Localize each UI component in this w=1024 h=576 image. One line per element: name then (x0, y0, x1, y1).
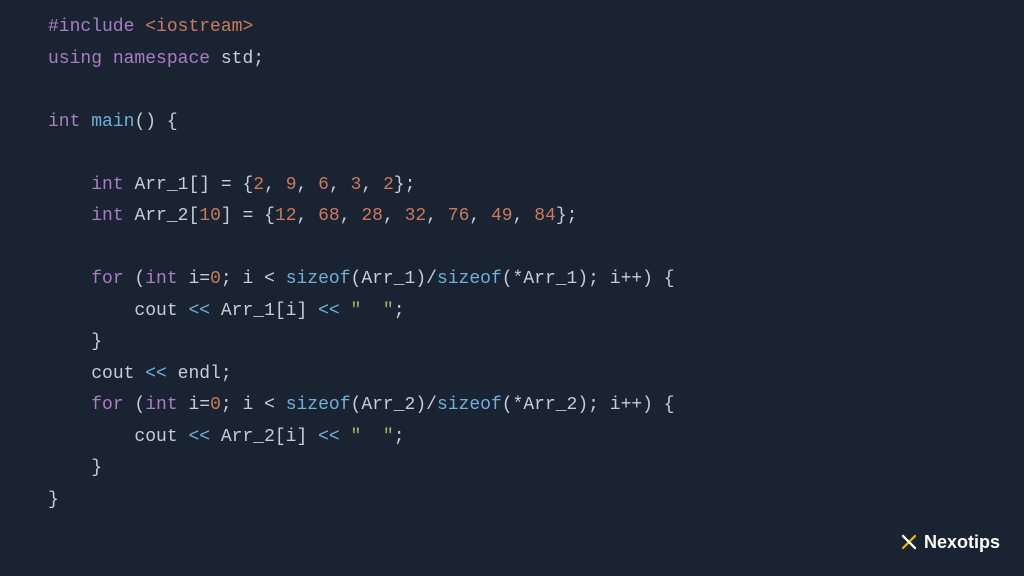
op-stream: << (145, 364, 167, 384)
comma: , (297, 206, 319, 226)
string-literal: " " (351, 427, 394, 447)
expr: Arr_2[i] (210, 427, 318, 447)
init: i= (188, 395, 210, 415)
num: 6 (318, 175, 329, 195)
comma: , (383, 206, 405, 226)
op-stream: << (188, 427, 210, 447)
eq-brace: = { (232, 206, 275, 226)
fn-sizeof: sizeof (286, 269, 351, 289)
op-stream: << (318, 301, 340, 321)
brace-close: }; (394, 175, 416, 195)
include-directive: #include (48, 17, 134, 37)
id-cout: cout (91, 364, 134, 384)
string-literal: " " (351, 301, 394, 321)
comma: , (264, 175, 286, 195)
num: 2 (383, 175, 394, 195)
kw-int: int (48, 112, 80, 132)
var-arr1: Arr_1 (134, 175, 188, 195)
brace-close: } (91, 332, 102, 352)
parens: () (134, 112, 156, 132)
brace-open: { (156, 112, 178, 132)
op-stream: << (318, 427, 340, 447)
num: 9 (286, 175, 297, 195)
num: 28 (361, 206, 383, 226)
kw-namespace: namespace (113, 49, 210, 69)
comma: , (329, 175, 351, 195)
comma: , (469, 206, 491, 226)
expr: (*Arr_2); i++) { (502, 395, 675, 415)
id-std: std (221, 49, 253, 69)
op-stream: << (188, 301, 210, 321)
num: 0 (210, 395, 221, 415)
fn-sizeof: sizeof (286, 395, 351, 415)
num: 10 (199, 206, 221, 226)
kw-int: int (145, 395, 177, 415)
kw-for: for (91, 269, 123, 289)
fn-sizeof: sizeof (437, 395, 502, 415)
id-cout: cout (134, 427, 177, 447)
code-block: #include <iostream> using namespace std;… (48, 12, 976, 516)
brace-close: } (48, 490, 59, 510)
fn-sizeof: sizeof (437, 269, 502, 289)
init: i= (188, 269, 210, 289)
comma: , (297, 175, 319, 195)
kw-using: using (48, 49, 102, 69)
var-arr2: Arr_2 (134, 206, 188, 226)
fn-main: main (91, 112, 134, 132)
kw-int: int (91, 175, 123, 195)
num: 49 (491, 206, 513, 226)
brace-close: } (91, 458, 102, 478)
num: 68 (318, 206, 340, 226)
kw-int: int (145, 269, 177, 289)
num: 12 (275, 206, 297, 226)
expr: (Arr_2)/ (351, 395, 437, 415)
semicolon: ; (253, 49, 264, 69)
logo-icon (900, 533, 918, 551)
comma: , (513, 206, 535, 226)
brand-text: Nexotips (924, 527, 1000, 559)
comma: , (426, 206, 448, 226)
num: 3 (351, 175, 362, 195)
kw-for: for (91, 395, 123, 415)
comma: , (340, 206, 362, 226)
expr: (Arr_1)/ (351, 269, 437, 289)
cond: i < (232, 395, 286, 415)
eq-brace: = { (210, 175, 253, 195)
brace-close: }; (556, 206, 578, 226)
num: 76 (448, 206, 470, 226)
comma: , (361, 175, 383, 195)
brackets: [] (188, 175, 210, 195)
num: 32 (405, 206, 427, 226)
num: 0 (210, 269, 221, 289)
expr: Arr_1[i] (210, 301, 318, 321)
cond: i < (232, 269, 286, 289)
brand-logo: Nexotips (900, 527, 1000, 559)
kw-int: int (91, 206, 123, 226)
expr: (*Arr_1); i++) { (502, 269, 675, 289)
id-endl: endl; (167, 364, 232, 384)
id-cout: cout (134, 301, 177, 321)
num: 84 (534, 206, 556, 226)
header-name: <iostream> (145, 17, 253, 37)
num: 2 (253, 175, 264, 195)
